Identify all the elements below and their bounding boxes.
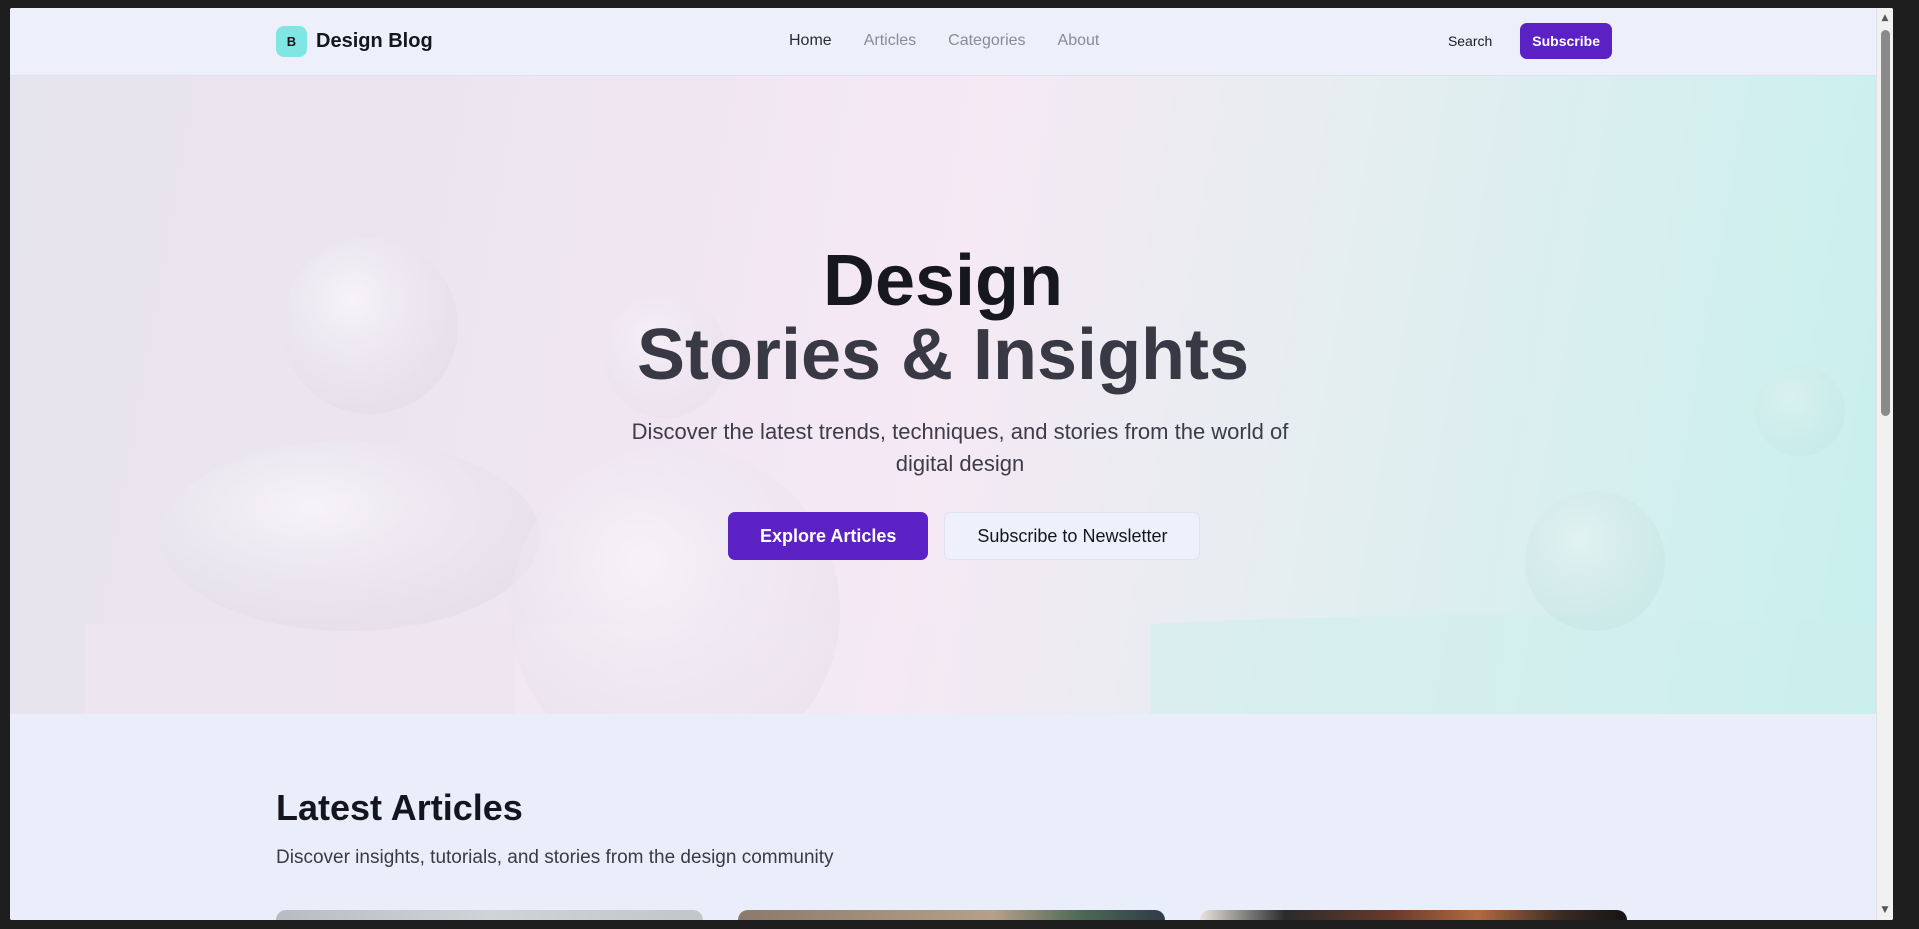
browser-viewport: B Design Blog Home Articles Categories A… bbox=[10, 8, 1893, 920]
brand[interactable]: B Design Blog bbox=[276, 26, 433, 57]
header-actions: Search Subscribe bbox=[1448, 23, 1612, 59]
hero-buttons: Explore Articles Subscribe to Newsletter bbox=[728, 512, 1201, 560]
logo-badge: B bbox=[276, 26, 307, 57]
search-button[interactable]: Search bbox=[1448, 33, 1492, 49]
article-card-image[interactable] bbox=[276, 910, 703, 920]
nav-articles[interactable]: Articles bbox=[864, 32, 916, 50]
hero-content: Design Stories & Insights Discover the l… bbox=[10, 76, 1876, 714]
page-scrollbar[interactable]: ▲ ▼ bbox=[1876, 8, 1893, 920]
nav-about[interactable]: About bbox=[1058, 32, 1100, 50]
scroll-down-arrow-icon[interactable]: ▼ bbox=[1877, 902, 1893, 918]
hero-title-line-2: Stories & Insights bbox=[636, 315, 1250, 395]
article-card-image[interactable] bbox=[738, 910, 1165, 920]
nav-categories[interactable]: Categories bbox=[948, 32, 1025, 50]
brand-name: Design Blog bbox=[316, 30, 433, 52]
scroll-up-arrow-icon[interactable]: ▲ bbox=[1877, 10, 1893, 26]
subscribe-newsletter-button[interactable]: Subscribe to Newsletter bbox=[944, 512, 1201, 560]
scrollbar-thumb[interactable] bbox=[1881, 30, 1890, 416]
hero-section: Design Stories & Insights Discover the l… bbox=[10, 76, 1876, 714]
page-content: B Design Blog Home Articles Categories A… bbox=[10, 8, 1876, 920]
hero-title-line-1: Design bbox=[822, 241, 1064, 321]
site-header: B Design Blog Home Articles Categories A… bbox=[10, 8, 1876, 76]
main-nav: Home Articles Categories About bbox=[789, 32, 1099, 50]
hero-subtitle: Discover the latest trends, techniques, … bbox=[631, 419, 1289, 476]
latest-articles-subtitle: Discover insights, tutorials, and storie… bbox=[276, 847, 834, 868]
subscribe-button[interactable]: Subscribe bbox=[1520, 23, 1612, 59]
explore-articles-button[interactable]: Explore Articles bbox=[728, 512, 929, 560]
latest-articles-title: Latest Articles bbox=[276, 787, 523, 828]
nav-home[interactable]: Home bbox=[789, 32, 832, 50]
article-card-image[interactable] bbox=[1200, 910, 1627, 920]
latest-articles-section: Latest Articles Discover insights, tutor… bbox=[10, 714, 1876, 920]
